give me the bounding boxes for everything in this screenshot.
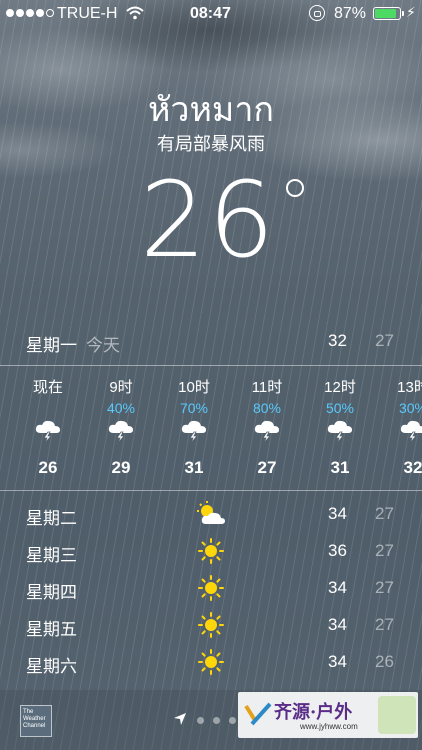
daily-low: 26 bbox=[375, 652, 394, 671]
charging-bolt-icon: ⚡ bbox=[406, 4, 416, 20]
divider-bottom bbox=[0, 490, 422, 491]
battery-icon bbox=[373, 7, 404, 20]
daily-low: 27 bbox=[375, 504, 394, 523]
today-day: 星期一 bbox=[26, 336, 77, 355]
current-temperature: 26 bbox=[140, 159, 277, 281]
status-bar: TRUE-H 08:47 87% ⚡ bbox=[0, 0, 422, 28]
hour-temperature: 29 bbox=[111, 458, 131, 477]
daily-row: 星期六 34 26 bbox=[0, 649, 422, 676]
thunderstorm-icon bbox=[253, 418, 281, 444]
hour-time: 12时 bbox=[324, 379, 356, 396]
hour-time: 10时 bbox=[178, 379, 210, 396]
hour-precip-chance: 80% bbox=[252, 400, 282, 416]
watermark: 齐源·户外 www.jyhww.com bbox=[238, 692, 418, 738]
daily-day: 星期五 bbox=[26, 620, 77, 639]
daily-high: 34 bbox=[328, 652, 347, 671]
sun-icon bbox=[196, 574, 226, 602]
watermark-logo-icon bbox=[244, 702, 272, 726]
thunderstorm-icon bbox=[399, 418, 422, 444]
location-arrow-icon[interactable] bbox=[173, 712, 187, 726]
city-name: หัวหมาก bbox=[147, 91, 274, 129]
hour-time: 现在 bbox=[32, 379, 63, 396]
wifi-icon bbox=[126, 6, 144, 20]
daily-day: 星期二 bbox=[26, 509, 77, 528]
watermark-url: www.jyhww.com bbox=[300, 722, 358, 731]
hour-time: 13时 bbox=[397, 379, 422, 396]
daily-day: 星期四 bbox=[26, 583, 77, 602]
thunderstorm-icon bbox=[180, 418, 208, 444]
daily-day: 星期六 bbox=[26, 657, 77, 676]
weather-condition: 有局部暴风雨 bbox=[157, 134, 265, 154]
hour-time: 11时 bbox=[251, 379, 283, 396]
sun-icon bbox=[196, 537, 226, 565]
daily-low: 27 bbox=[375, 541, 394, 560]
daily-high: 36 bbox=[328, 541, 347, 560]
hour-precip-chance: 30% bbox=[398, 400, 422, 416]
hour-precip-chance: 40% bbox=[106, 400, 136, 416]
daily-day: 星期三 bbox=[26, 546, 77, 565]
degree-symbol bbox=[286, 179, 304, 197]
carrier-name: TRUE-H bbox=[57, 5, 118, 22]
weather-channel-logo[interactable]: The Weather Channel bbox=[20, 705, 52, 737]
daily-high: 34 bbox=[328, 504, 347, 523]
battery-percentage: 87% bbox=[334, 5, 367, 22]
hour-temperature: 32 bbox=[403, 458, 422, 477]
watermark-text: 齐源·户外 bbox=[274, 702, 353, 723]
daily-low: 27 bbox=[375, 615, 394, 634]
daily-row: 星期三 36 27 bbox=[0, 538, 422, 565]
clock: 08:47 bbox=[190, 5, 231, 22]
hour-time: 9时 bbox=[109, 379, 133, 396]
page-dot[interactable] bbox=[229, 717, 236, 724]
daily-row: 星期二 34 27 bbox=[0, 501, 422, 528]
hour-temperature: 27 bbox=[257, 458, 277, 477]
watermark-emblem-icon bbox=[378, 696, 416, 734]
hour-temperature: 31 bbox=[330, 458, 350, 477]
thunderstorm-icon bbox=[326, 418, 354, 444]
daily-high: 34 bbox=[328, 578, 347, 597]
partly-cloudy-icon bbox=[196, 500, 226, 528]
page-indicator[interactable] bbox=[197, 717, 236, 724]
sun-icon bbox=[196, 648, 226, 676]
thunderstorm-icon bbox=[34, 418, 62, 444]
hour-precip-chance: 50% bbox=[325, 400, 355, 416]
page-dot[interactable] bbox=[197, 717, 204, 724]
today-label: 今天 bbox=[86, 336, 120, 355]
daily-row: 星期四 34 27 bbox=[0, 575, 422, 602]
page-dot[interactable] bbox=[213, 717, 220, 724]
hour-precip-chance: 70% bbox=[179, 400, 209, 416]
hour-temperature: 31 bbox=[184, 458, 204, 477]
bottom-toolbar: The Weather Channel 齐源·户外 www.jyhww.com bbox=[0, 690, 422, 750]
sun-icon bbox=[196, 611, 226, 639]
thunderstorm-icon bbox=[107, 418, 135, 444]
signal-strength-icon bbox=[6, 9, 54, 17]
daily-low: 27 bbox=[375, 578, 394, 597]
hourly-forecast[interactable]: 现在 26 9时 40% 29 10时 70% 31 11时 80% 27 12时 50% 31 13时 30… bbox=[0, 366, 422, 490]
hour-temperature: 26 bbox=[38, 458, 58, 477]
today-summary: 星期一 今天 32 27 bbox=[0, 331, 422, 355]
rotation-lock-icon bbox=[309, 5, 325, 21]
daily-row: 星期五 34 27 bbox=[0, 612, 422, 639]
daily-high: 34 bbox=[328, 615, 347, 634]
today-low: 27 bbox=[375, 331, 394, 350]
today-high: 32 bbox=[328, 331, 347, 350]
